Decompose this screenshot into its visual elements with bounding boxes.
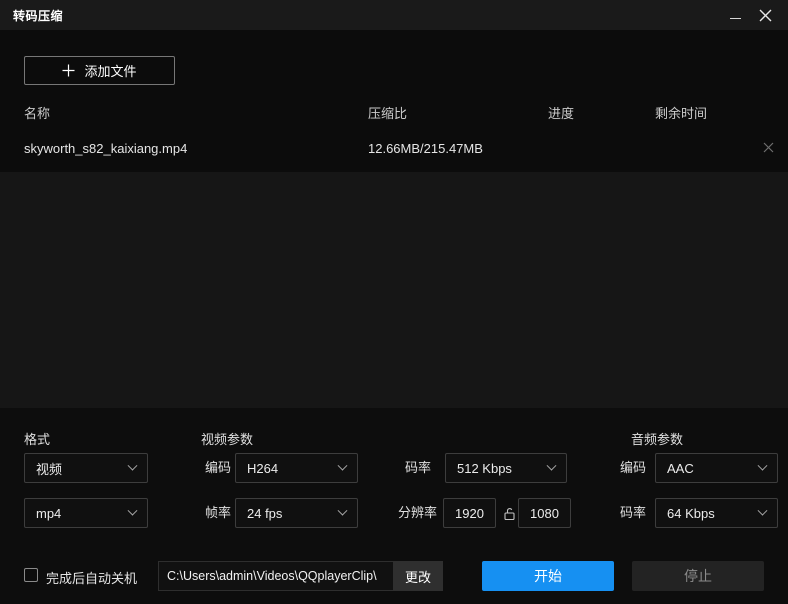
header-progress: 进度 <box>548 103 574 122</box>
chevron-down-icon <box>338 505 348 515</box>
video-bitrate-label: 码率 <box>405 453 431 483</box>
file-compression-ratio: 12.66MB/215.47MB <box>368 141 483 156</box>
title-bar: 转码压缩 <box>0 0 788 30</box>
stop-button[interactable]: 停止 <box>632 561 764 591</box>
chevron-down-icon <box>338 460 348 470</box>
file-list-empty-area <box>0 172 788 408</box>
audio-bitrate-select[interactable]: 64 Kbps <box>655 498 778 528</box>
video-bitrate-select[interactable]: 512 Kbps <box>445 453 567 483</box>
audio-bitrate-value: 64 Kbps <box>667 506 715 521</box>
minimize-button[interactable] <box>718 0 752 30</box>
fps-select[interactable]: 24 fps <box>235 498 358 528</box>
close-icon <box>759 9 772 22</box>
file-name: skyworth_s82_kaixiang.mp4 <box>24 141 187 156</box>
header-remaining-time: 剩余时间 <box>655 103 707 122</box>
remove-icon <box>763 142 774 153</box>
video-encode-select[interactable]: H264 <box>235 453 358 483</box>
window-title: 转码压缩 <box>13 7 63 24</box>
close-button[interactable] <box>748 0 782 30</box>
fps-value: 24 fps <box>247 506 282 521</box>
audio-encode-value: AAC <box>667 461 694 476</box>
remove-file-button[interactable] <box>756 135 780 159</box>
resolution-width-input[interactable] <box>443 498 496 528</box>
change-path-button[interactable]: 更改 <box>393 561 443 591</box>
audio-encode-label: 编码 <box>620 453 646 483</box>
video-bitrate-value: 512 Kbps <box>457 461 512 476</box>
chevron-down-icon <box>758 505 768 515</box>
container-format-value: mp4 <box>36 506 61 521</box>
aspect-ratio-unlock-icon[interactable] <box>501 505 517 521</box>
media-type-value: 视频 <box>36 459 62 478</box>
chevron-down-icon <box>128 505 138 515</box>
media-type-select[interactable]: 视频 <box>24 453 148 483</box>
chevron-down-icon <box>547 460 557 470</box>
chevron-down-icon <box>758 460 768 470</box>
auto-shutdown-checkbox[interactable] <box>24 568 38 582</box>
audio-section-title: 音频参数 <box>631 429 683 448</box>
start-button[interactable]: 开始 <box>482 561 614 591</box>
add-file-label: 添加文件 <box>84 61 136 80</box>
header-name: 名称 <box>24 103 50 122</box>
header-compression-ratio: 压缩比 <box>368 103 407 122</box>
output-path-input[interactable] <box>158 561 393 591</box>
resolution-label: 分辨率 <box>398 498 437 528</box>
fps-label: 帧率 <box>205 498 231 528</box>
table-header-row: 名称 压缩比 进度 剩余时间 <box>0 103 788 121</box>
minimize-icon <box>730 18 741 19</box>
transcode-compress-window: 转码压缩 添加文件 名称 压缩比 进度 剩余时间 skyworth_s82_ka… <box>0 0 788 604</box>
audio-encode-select[interactable]: AAC <box>655 453 778 483</box>
auto-shutdown-label[interactable]: 完成后自动关机 <box>46 568 137 587</box>
chevron-down-icon <box>128 460 138 470</box>
audio-bitrate-label: 码率 <box>620 498 646 528</box>
resolution-height-input[interactable] <box>518 498 571 528</box>
video-encode-label: 编码 <box>205 453 231 483</box>
format-section-title: 格式 <box>24 429 50 448</box>
plus-icon <box>62 64 75 77</box>
video-section-title: 视频参数 <box>201 429 253 448</box>
add-file-button[interactable]: 添加文件 <box>24 56 175 85</box>
container-format-select[interactable]: mp4 <box>24 498 148 528</box>
table-row[interactable]: skyworth_s82_kaixiang.mp4 12.66MB/215.47… <box>0 132 788 165</box>
video-encode-value: H264 <box>247 461 278 476</box>
